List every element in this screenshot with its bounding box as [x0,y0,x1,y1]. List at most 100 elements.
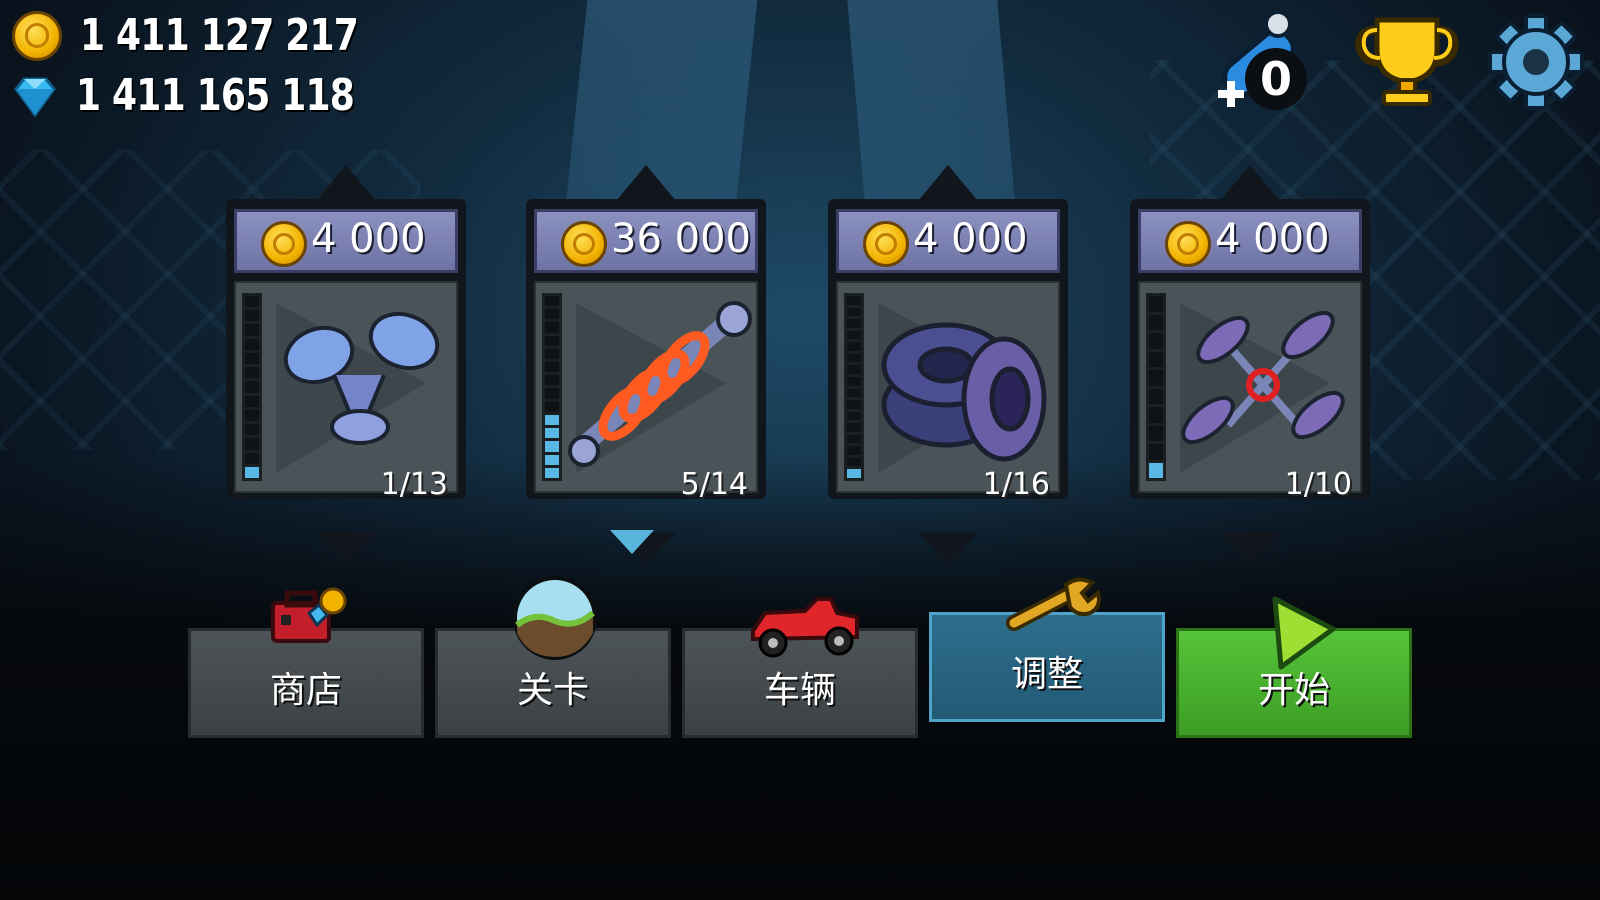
level-segment [245,452,259,464]
stages-button[interactable]: 关卡 [435,576,671,738]
engine-pistons-icon [283,311,440,445]
upgrade-level-meter [242,293,262,481]
level-segment [847,342,861,351]
level-segment [847,330,861,340]
level-segment [545,322,559,333]
level-segment [545,348,559,360]
level-segment [545,309,559,320]
level-segment [847,423,861,432]
start-label: 开始 [1257,670,1330,711]
level-segment [1149,425,1163,441]
level-segment [847,376,861,386]
level-segment [245,324,259,336]
level-segment [245,424,259,436]
upgrade-price-bar[interactable]: 4 000 [234,209,458,273]
upgrade-price: 36 000 [611,216,751,262]
gem-icon [14,77,56,118]
coin-count: 1 411 127 217 [80,10,359,61]
level-segment [245,367,259,379]
red-jeep-icon [751,597,859,658]
upgrade-card-engine[interactable]: 4 000 1/13 [226,165,466,563]
drivetrain-icon [1181,310,1345,445]
level-segment [847,446,861,455]
upgrade-card-tires[interactable]: 4 000 1/16 [828,165,1068,563]
upgrade-level: 1/16 [982,467,1050,502]
level-segment [245,338,259,350]
shock-absorber-icon [568,301,752,467]
level-segment [847,365,861,374]
stages-label: 关卡 [516,670,589,711]
upgrade-price-bar[interactable]: 4 000 [1138,209,1362,273]
trophy-icon[interactable] [1352,10,1462,110]
coin-icon [12,10,62,61]
level-segment [847,469,861,478]
coin-icon [863,221,909,267]
shop-label: 商店 [269,670,342,711]
level-segment [847,411,861,421]
wrench-icon [1006,577,1101,631]
gear-icon[interactable] [1486,12,1586,112]
upgrade-card-4wd[interactable]: 4 000 1/10 [1130,165,1370,563]
gem-balance: 1 411 165 118 [12,70,415,121]
upgrade-level: 5/14 [680,467,748,502]
level-segment [1149,444,1163,460]
vehicles-label: 车辆 [763,670,836,711]
level-segment [1149,333,1163,349]
level-segment [1149,388,1163,404]
level-segment [1149,351,1163,367]
level-segment [847,388,861,398]
level-segment [545,467,559,478]
tuning-button[interactable]: 调整 [929,577,1165,722]
level-segment [847,296,861,305]
level-segment [545,388,559,399]
upgrade-price: 4 000 [913,216,1028,262]
level-segment [1149,407,1163,423]
tuning-label: 调整 [1010,654,1083,695]
coin-icon [561,221,607,267]
level-segment [847,353,861,363]
level-segment [545,428,559,439]
level-segment [545,375,559,386]
gem-count: 1 411 165 118 [76,70,355,121]
level-segment [847,434,861,444]
level-segment [847,319,861,328]
upgrade-price-bar[interactable]: 36 000 [534,209,758,273]
level-segment [545,335,559,346]
level-segment [545,362,559,373]
start-button[interactable]: 开始 [1176,596,1412,738]
level-segment [545,295,559,307]
toolbox-icon [271,587,347,643]
level-segment [847,400,861,409]
level-segment [545,454,559,465]
selected-indicator-arrow [610,530,654,554]
upgrade-level-meter [844,293,864,481]
upgrade-price-bar[interactable]: 4 000 [836,209,1060,273]
level-segment [245,466,259,478]
level-segment [245,409,259,422]
level-segment [245,395,259,407]
level-segment [545,441,559,452]
coin-icon [1165,221,1211,267]
level-segment [1149,296,1163,312]
upgrade-level: 1/13 [380,467,448,502]
upgrade-level: 1/10 [1284,467,1352,502]
level-segment [245,310,259,322]
upgrade-level-meter [1146,293,1166,481]
level-segment [545,401,559,412]
upgrade-price: 4 000 [311,216,426,262]
level-segment [245,381,259,393]
level-segment [1149,314,1163,330]
tires-icon [881,322,1047,462]
level-segment [847,307,861,317]
level-segment [245,352,259,365]
level-segment [245,438,259,450]
upgrade-card-suspension[interactable]: 36 000 5/14 [526,165,766,563]
vehicles-button[interactable]: 车辆 [682,597,918,738]
upgrade-level-meter [542,293,562,481]
level-segment [545,414,559,426]
stage-globe-icon [513,576,597,660]
upgrade-price: 4 000 [1215,216,1330,262]
coin-balance: 1 411 127 217 [12,10,419,61]
level-segment [847,457,861,467]
shop-button[interactable]: 商店 [188,587,424,738]
